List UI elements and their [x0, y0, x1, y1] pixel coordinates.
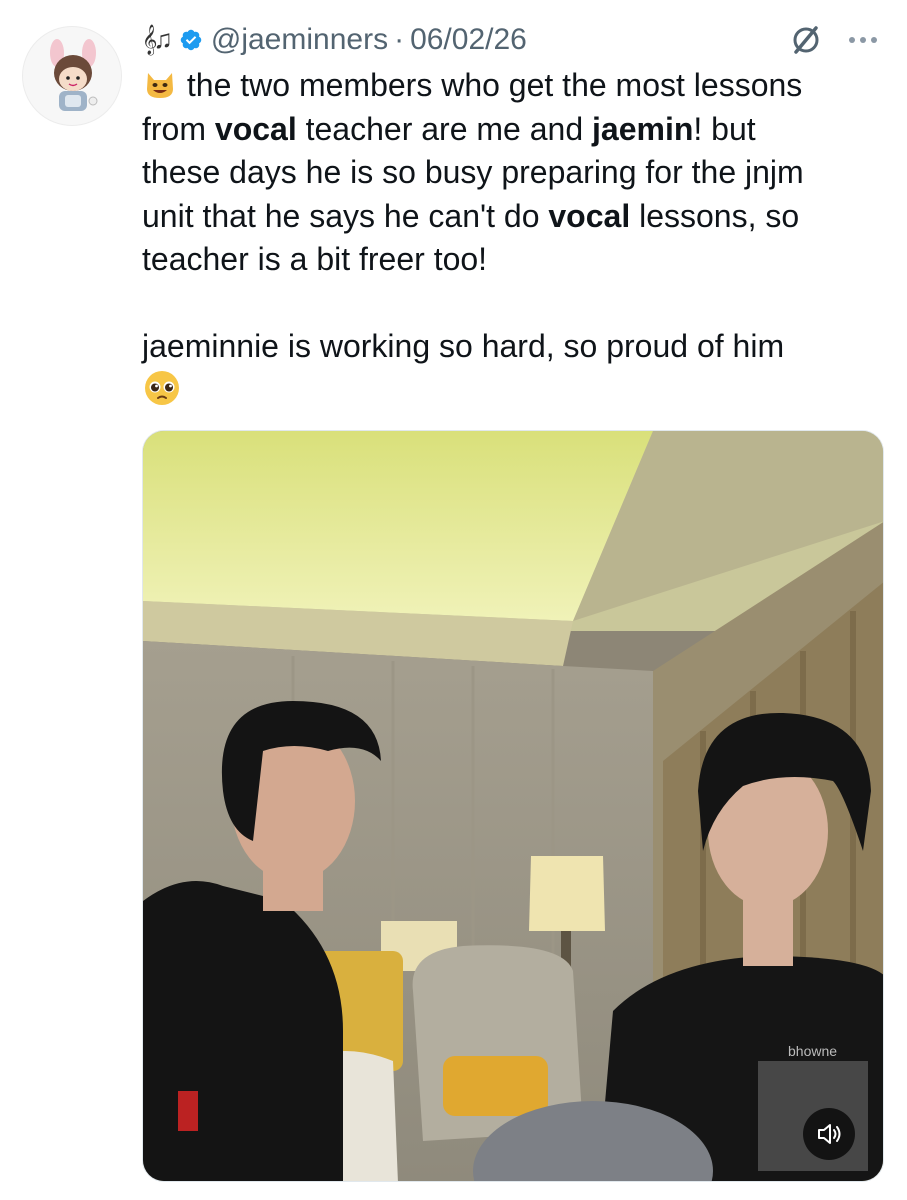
tweet-text-segment: ! but: [693, 110, 756, 147]
tweet-line-2: from vocal teacher are me and jaemin! bu…: [142, 108, 892, 152]
volume-button[interactable]: [803, 1108, 855, 1160]
tweet-text-segment: teacher are me and: [296, 110, 592, 147]
grok-icon[interactable]: [789, 23, 823, 57]
verified-badge-icon: [180, 29, 202, 51]
smiling-cat-emoji-icon: [147, 73, 173, 98]
tweet-line-4: unit that he says he can't do vocal less…: [142, 195, 892, 239]
author-handle[interactable]: @jaeminners: [211, 23, 388, 57]
highlight-keyword: vocal: [548, 197, 631, 234]
tweet-text-segment: from: [142, 110, 215, 147]
highlight-keyword: jaemin: [592, 110, 694, 147]
pleading-face-emoji-icon: [145, 371, 179, 405]
post-date[interactable]: 06/02/26: [410, 23, 527, 57]
separator-dot: ·: [394, 23, 405, 56]
tweet-line-7: [142, 368, 892, 415]
tweet-text-segment: lessons, so: [630, 197, 800, 234]
avatar[interactable]: [22, 26, 122, 126]
shirt-print-text: bhowne: [788, 1043, 837, 1059]
volume-icon: [818, 1124, 841, 1144]
tweet-line-3: these days he is so busy preparing for t…: [142, 154, 804, 190]
tweet-text-segment: unit that he says he can't do: [142, 197, 549, 234]
tweet-header: 𝄞♫ @jaeminners · 06/02/26: [142, 18, 877, 62]
video-frame: bhowne: [143, 431, 883, 1181]
highlight-keyword: vocal: [214, 110, 297, 147]
tweet-text-segment: the two members who get the most lessons: [178, 67, 803, 103]
tweet-line-5: teacher is a bit freer too!: [142, 241, 488, 277]
tweet-body: the two members who get the most lessons…: [142, 64, 892, 415]
video-thumbnail[interactable]: bhowne: [142, 430, 884, 1182]
tweet-line-1: the two members who get the most lessons: [142, 64, 892, 108]
avatar-illustration: [50, 39, 98, 111]
music-note-emoji: 𝄞♫: [142, 24, 173, 54]
more-options-icon[interactable]: [849, 37, 877, 43]
tweet-line-6: jaeminnie is working so hard, so proud o…: [142, 327, 785, 364]
